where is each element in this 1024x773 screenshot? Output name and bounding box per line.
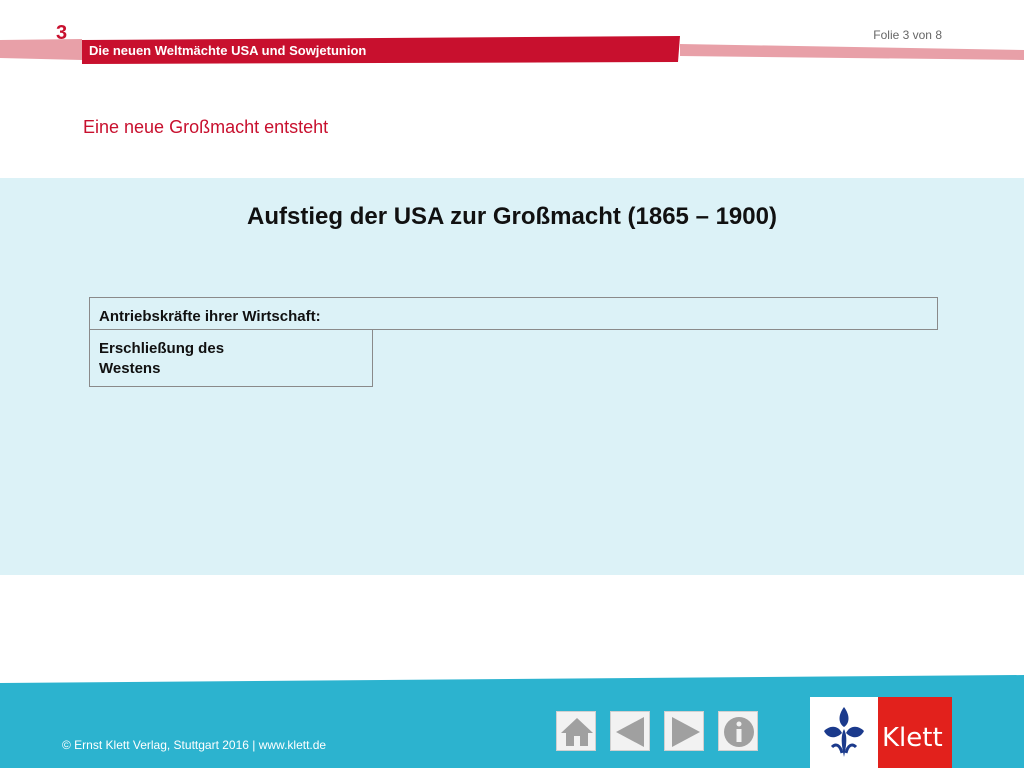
logo-emblem (810, 697, 878, 768)
header-stripe (0, 36, 1024, 64)
clover-icon (824, 707, 864, 757)
info-button[interactable] (718, 711, 758, 751)
copyright-text: © Ernst Klett Verlag, Stuttgart 2016 | w… (62, 738, 327, 752)
home-button[interactable] (556, 711, 596, 751)
arrow-right-icon (672, 717, 700, 747)
table-cell-line1: Erschließung des (99, 340, 225, 357)
info-icon (724, 717, 754, 747)
table-cell-line2: Westens (99, 360, 161, 377)
table-cell: Erschließung des Westens (89, 330, 373, 387)
chapter-title: Die neuen Weltmächte USA und Sowjetunion (89, 43, 367, 58)
slide-title: Aufstieg der USA zur Großmacht (1865 – 1… (247, 203, 777, 230)
arrow-left-icon (616, 717, 644, 747)
next-button[interactable] (664, 711, 704, 751)
logo-text: Klett (882, 723, 943, 753)
logo-wordmark: Klett (878, 697, 952, 768)
slide-subtitle: Eine neue Großmacht entsteht (83, 117, 329, 137)
previous-button[interactable] (610, 711, 650, 751)
slide-counter: Folie 3 von 8 (873, 28, 942, 42)
table-header: Antriebskräfte ihrer Wirtschaft: (89, 297, 938, 330)
chapter-number: 3 (56, 22, 68, 44)
home-icon (561, 718, 593, 746)
klett-logo: Klett (810, 697, 952, 768)
